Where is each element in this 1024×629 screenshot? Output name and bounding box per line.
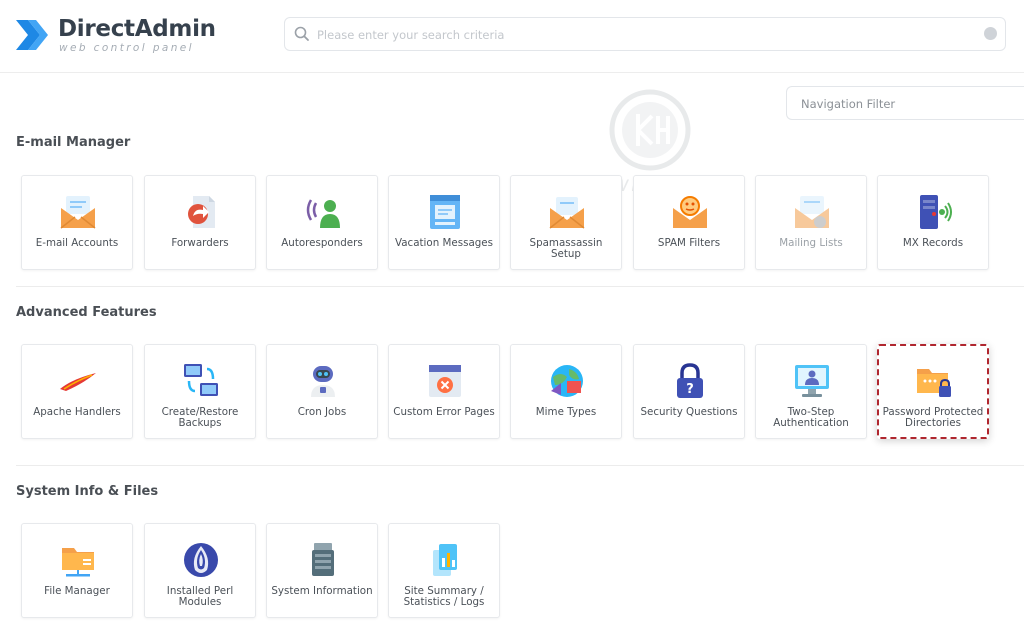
tile-label: Two-Step Authentication: [773, 406, 849, 429]
knownhost-watermark-logo-icon: [609, 89, 691, 171]
tile-mx-records[interactable]: MX Records: [877, 175, 989, 270]
statistics-icon: [433, 544, 457, 576]
tile-label: Forwarders: [171, 237, 229, 249]
tile-label: System Information: [271, 585, 373, 597]
tile-spamassassin-setup[interactable]: Spamassassin Setup: [510, 175, 622, 270]
tile-label: Apache Handlers: [33, 406, 121, 418]
search-box: [284, 17, 1006, 52]
tile-label: File Manager: [44, 585, 110, 597]
tile-apache-handlers[interactable]: Apache Handlers: [21, 344, 133, 439]
section-title-email-manager: E-mail Manager: [16, 135, 131, 150]
tile-mime-types[interactable]: Mime Types: [510, 344, 622, 439]
spam-filter-icon: [673, 196, 707, 228]
apache-feather-icon: [60, 373, 96, 391]
tile-custom-error-pages[interactable]: Custom Error Pages: [388, 344, 500, 439]
mailing-list-icon: [795, 196, 829, 228]
section-divider: [16, 465, 1024, 466]
locked-folder-icon: [917, 369, 951, 397]
tile-email-accounts[interactable]: E-mail Accounts: [21, 175, 133, 270]
navigation-filter-input[interactable]: [799, 87, 1023, 121]
robot-icon: [311, 366, 335, 397]
auth-monitor-icon: [795, 365, 829, 397]
tile-label: Site Summary / Statistics / Logs: [403, 585, 485, 608]
mx-server-icon: [920, 195, 952, 229]
tile-label: Password Protected Directories: [882, 406, 984, 429]
search-clear-icon[interactable]: [984, 27, 997, 40]
tile-file-manager[interactable]: File Manager: [21, 523, 133, 618]
directadmin-logo[interactable]: DirectAdmin web control panel: [14, 14, 216, 58]
globe-mime-icon: [551, 365, 583, 397]
directadmin-logo-icon: [16, 20, 48, 50]
tile-label: Create/Restore Backups: [161, 406, 239, 429]
tile-label: E-mail Accounts: [35, 237, 119, 249]
tile-label: Cron Jobs: [297, 406, 347, 418]
backup-monitors-icon: [184, 364, 218, 396]
folder-icon: [62, 548, 94, 577]
tile-label: MX Records: [902, 237, 964, 249]
tile-autoresponders[interactable]: Autoresponders: [266, 175, 378, 270]
brand-tagline: web control panel: [59, 42, 194, 54]
tile-vacation-messages[interactable]: Vacation Messages: [388, 175, 500, 270]
tile-mailing-lists[interactable]: Mailing Lists: [755, 175, 867, 270]
section-title-system-info-files: System Info & Files: [16, 484, 159, 499]
navigation-filter: [786, 86, 1024, 121]
user-broadcast-icon: [306, 199, 340, 228]
perl-onion-icon: [184, 543, 218, 577]
tile-security-questions[interactable]: ? Security Questions: [633, 344, 745, 439]
svg-text:?: ?: [686, 382, 694, 397]
tile-label: Mailing Lists: [779, 237, 843, 249]
server-info-icon: [312, 543, 334, 576]
tile-label: Autoresponders: [281, 237, 363, 249]
search-input[interactable]: [315, 18, 959, 52]
tile-label: SPAM Filters: [657, 237, 721, 249]
spam-envelope-icon: [549, 197, 585, 229]
envelope-icon: [60, 196, 96, 229]
tile-label: Vacation Messages: [394, 237, 494, 249]
forward-document-icon: [188, 196, 215, 228]
tile-cron-jobs[interactable]: Cron Jobs: [266, 344, 378, 439]
search-icon: [294, 26, 309, 41]
tile-create-restore-backups[interactable]: Create/Restore Backups: [144, 344, 256, 439]
section-title-advanced-features: Advanced Features: [16, 305, 157, 320]
tile-system-information[interactable]: System Information: [266, 523, 378, 618]
tile-spam-filters[interactable]: SPAM Filters: [633, 175, 745, 270]
tile-label: Installed Perl Modules: [166, 585, 234, 608]
error-page-icon: [429, 365, 461, 397]
tile-label: Mime Types: [535, 406, 597, 418]
vacation-window-icon: [430, 195, 460, 229]
top-header: DirectAdmin web control panel: [0, 0, 1024, 73]
tile-password-protected-directories[interactable]: Password Protected Directories: [877, 344, 989, 439]
tile-label: Custom Error Pages: [393, 406, 495, 418]
padlock-question-icon: ?: [677, 363, 703, 398]
tile-label: Security Questions: [640, 406, 738, 418]
section-divider: [16, 286, 1024, 287]
brand-name: DirectAdmin: [58, 16, 216, 42]
tile-installed-perl-modules[interactable]: Installed Perl Modules: [144, 523, 256, 618]
tile-two-step-authentication[interactable]: Two-Step Authentication: [755, 344, 867, 439]
tile-forwarders[interactable]: Forwarders: [144, 175, 256, 270]
tile-site-summary-statistics-logs[interactable]: Site Summary / Statistics / Logs: [388, 523, 500, 618]
tile-label: Spamassassin Setup: [529, 237, 603, 260]
